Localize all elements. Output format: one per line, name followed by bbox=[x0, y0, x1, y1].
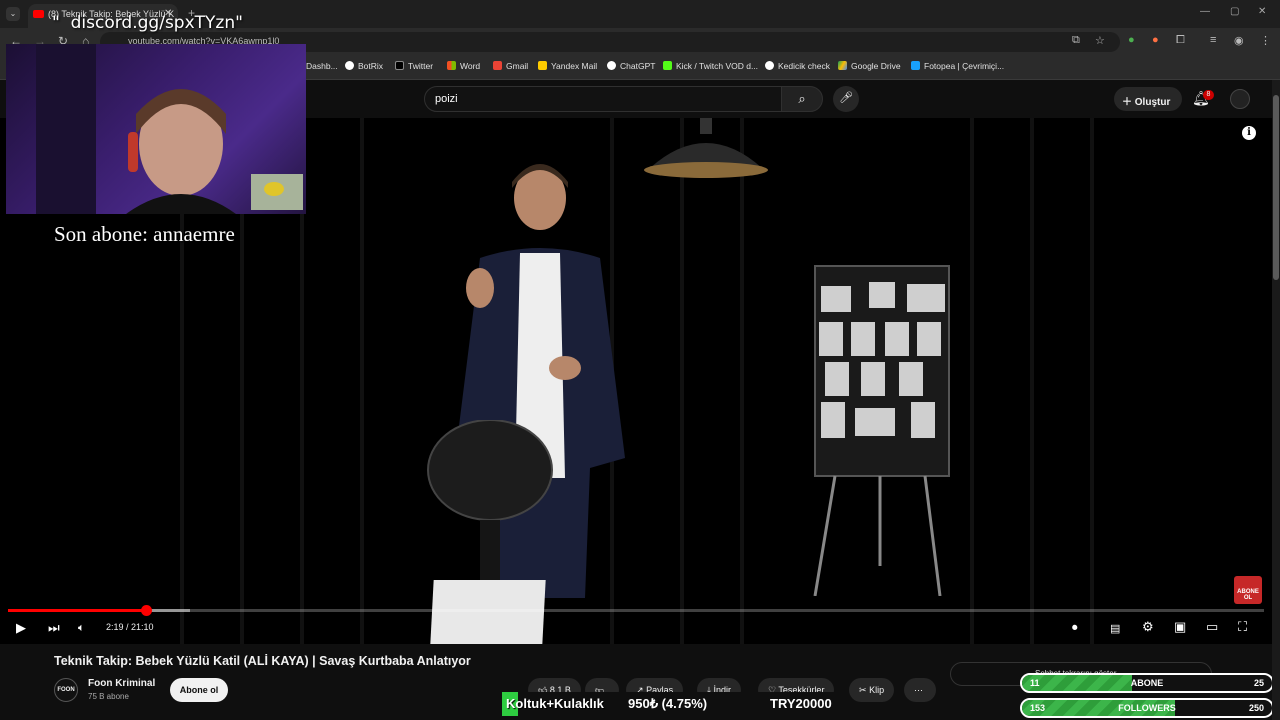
evidence-board bbox=[813, 265, 950, 596]
last-subscriber-text: Son abone: annaemre bbox=[54, 222, 235, 246]
time-display: 2:19 / 21:10 bbox=[106, 622, 154, 632]
settings-gear-icon[interactable]: ⚙︎ bbox=[1142, 619, 1154, 635]
goal-target: 25 bbox=[1253, 678, 1264, 688]
extension-orange-icon[interactable]: ● bbox=[1152, 34, 1159, 46]
subscribe-watermark[interactable]: ABONE OL bbox=[1234, 576, 1262, 604]
extension-shield-icon[interactable]: ● bbox=[1128, 34, 1135, 46]
discord-link-text: " discord.gg/spxTYzn" bbox=[52, 13, 243, 33]
search-icon: ⌕ bbox=[798, 91, 806, 106]
bookmark-star-icon[interactable]: ☆ bbox=[1095, 34, 1105, 47]
info-icon[interactable]: i bbox=[1242, 126, 1256, 140]
donation-item: Koltuk+Kulaklık bbox=[506, 696, 604, 711]
profile-icon[interactable]: ◉ bbox=[1234, 34, 1244, 47]
youtube-favicon-icon bbox=[33, 10, 44, 18]
bookmark-item[interactable]: Yandex Mail bbox=[538, 61, 597, 71]
subtitles-icon[interactable]: ▤ bbox=[1110, 622, 1120, 635]
bookmark-item[interactable]: Fotopea | Çevrimiçi... bbox=[911, 61, 1004, 71]
yandex-mail-icon bbox=[538, 61, 547, 70]
photopea-icon bbox=[911, 61, 920, 70]
install-icon[interactable]: ⧉ bbox=[1072, 34, 1080, 47]
google-drive-icon bbox=[838, 61, 847, 70]
tab-list-button[interactable]: ⌄ bbox=[6, 7, 20, 21]
volume-icon[interactable]: 🔈︎ bbox=[78, 622, 85, 635]
goal-label: ABONE bbox=[1130, 678, 1164, 688]
more-actions-icon[interactable]: ⋯ bbox=[904, 678, 936, 702]
microsoft-icon bbox=[447, 61, 456, 70]
donation-amount: 950₺ (4.75%) bbox=[628, 696, 708, 711]
bookmark-item[interactable]: Dashb... bbox=[306, 61, 338, 71]
kick-icon bbox=[663, 61, 672, 70]
menu-icon[interactable]: ⋮ bbox=[1260, 34, 1271, 47]
search-button[interactable]: ⌕ bbox=[781, 86, 823, 112]
close-window-icon[interactable]: ✕ bbox=[1258, 6, 1266, 17]
papers-on-floor bbox=[430, 580, 546, 644]
autoplay-toggle-icon[interactable]: ⏺︎ bbox=[1072, 622, 1078, 635]
webcam-overlay bbox=[6, 44, 306, 214]
chatgpt-icon bbox=[607, 61, 616, 70]
botrix-icon bbox=[345, 61, 354, 70]
maximize-icon[interactable]: ▢ bbox=[1230, 6, 1239, 17]
abone-goal-bar: 11 ABONE 25 bbox=[1020, 673, 1274, 693]
subscribe-button[interactable]: Abone ol bbox=[170, 678, 228, 702]
followers-goal-bar: 153 FOLLOWERS 250 bbox=[1020, 698, 1274, 718]
voice-search-icon[interactable]: 🎤︎ bbox=[833, 86, 859, 112]
miniplayer-icon[interactable]: ▣ bbox=[1174, 619, 1186, 635]
subscriber-count: 75 B abone bbox=[88, 692, 129, 701]
bookmark-item[interactable]: Gmail bbox=[493, 61, 528, 71]
extensions-icon[interactable]: ⧠ bbox=[1176, 34, 1185, 47]
x-icon bbox=[395, 61, 404, 70]
clip-button[interactable]: ✂ Klip bbox=[849, 678, 895, 702]
played-bar bbox=[8, 609, 147, 612]
progress-bar[interactable] bbox=[8, 605, 1264, 616]
media-icon[interactable]: ≡ bbox=[1210, 34, 1216, 46]
gmail-icon bbox=[493, 61, 502, 70]
theater-mode-icon[interactable]: ▭ bbox=[1206, 619, 1218, 635]
minimize-icon[interactable]: — bbox=[1200, 6, 1210, 17]
bookmark-item[interactable]: BotRix bbox=[345, 61, 383, 71]
donation-goal: TRY20000 bbox=[770, 696, 832, 711]
goal-label: FOLLOWERS bbox=[1118, 703, 1176, 713]
play-icon[interactable]: ▶ bbox=[16, 620, 26, 636]
video-title: Teknik Takip: Bebek Yüzlü Katil (ALİ KAY… bbox=[54, 654, 471, 668]
scissors-icon: ✂ bbox=[859, 685, 867, 695]
bookmark-item[interactable]: Google Drive bbox=[838, 61, 901, 71]
bookmark-item[interactable]: Twitter bbox=[395, 61, 433, 71]
streamer-figure bbox=[36, 44, 303, 214]
search-input[interactable]: poizi bbox=[424, 86, 782, 112]
next-icon[interactable]: ⏭︎ bbox=[48, 620, 60, 636]
fullscreen-icon[interactable]: ⛶ bbox=[1238, 619, 1247, 635]
bookmark-item[interactable]: Word bbox=[447, 61, 480, 71]
create-button[interactable]: ＋ Oluştur bbox=[1114, 87, 1182, 111]
channel-avatar[interactable]: FOON bbox=[54, 678, 78, 702]
account-avatar[interactable] bbox=[1230, 89, 1250, 109]
channel-name[interactable]: Foon Kriminal bbox=[88, 678, 155, 689]
bookmark-item[interactable]: ChatGPT bbox=[607, 61, 655, 71]
bookmark-item[interactable]: Kedicik check bbox=[765, 61, 830, 71]
bookmark-item[interactable]: Kick / Twitch VOD d... bbox=[663, 61, 758, 71]
scrollbar-thumb[interactable] bbox=[1273, 95, 1279, 280]
notification-badge: 8 bbox=[1203, 90, 1214, 100]
globe-icon bbox=[765, 61, 774, 70]
goal-target: 250 bbox=[1248, 703, 1264, 713]
